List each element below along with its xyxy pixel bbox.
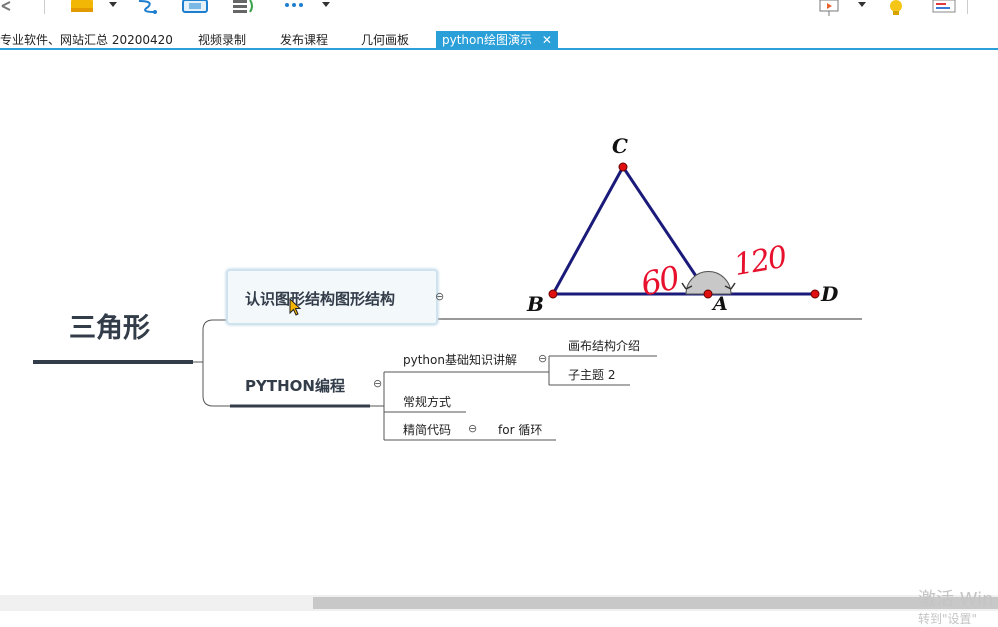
handwritten-60: 60 [637, 258, 682, 304]
mouse-cursor-icon [289, 298, 302, 316]
subtopic-concise-code[interactable]: 精简代码 [403, 421, 451, 438]
segment-bc [551, 166, 625, 295]
collapse-icon[interactable]: ⊖ [538, 352, 547, 365]
activation-watermark-sub: 转到"设置" [918, 612, 978, 626]
collapse-icon[interactable]: ⊖ [435, 290, 444, 303]
triangle-figure [548, 162, 820, 299]
subtopic-for-loop[interactable]: for 循环 [498, 421, 542, 438]
topic1-label[interactable]: 认识图形结构图形结构 [245, 288, 395, 309]
label-d: D [821, 282, 839, 306]
point-b [548, 289, 558, 299]
branch-line-topic2 [202, 362, 230, 407]
label-a: A [713, 293, 728, 315]
topic2-label[interactable]: PYTHON编程 [245, 375, 345, 396]
point-a [703, 289, 713, 299]
activation-watermark: 激活 Win [918, 589, 994, 610]
status-bar [0, 611, 998, 624]
point-d [810, 289, 820, 299]
subtopic-canvas-structure[interactable]: 画布结构介绍 [568, 337, 640, 354]
collapse-icon[interactable]: ⊖ [468, 422, 477, 435]
central-topic[interactable]: 三角形 [69, 306, 150, 345]
point-c [618, 162, 628, 172]
branch-line-topic1 [193, 319, 228, 363]
subtopic-topic-2[interactable]: 子主题 2 [568, 366, 615, 383]
collapse-icon[interactable]: ⊖ [373, 377, 382, 390]
subtopic-regular-method[interactable]: 常规方式 [403, 393, 451, 410]
label-b: B [527, 292, 544, 316]
subtopic-python-basics[interactable]: python基础知识讲解 [403, 351, 517, 368]
scrollbar-thumb[interactable] [313, 597, 998, 609]
label-c: C [612, 134, 628, 158]
